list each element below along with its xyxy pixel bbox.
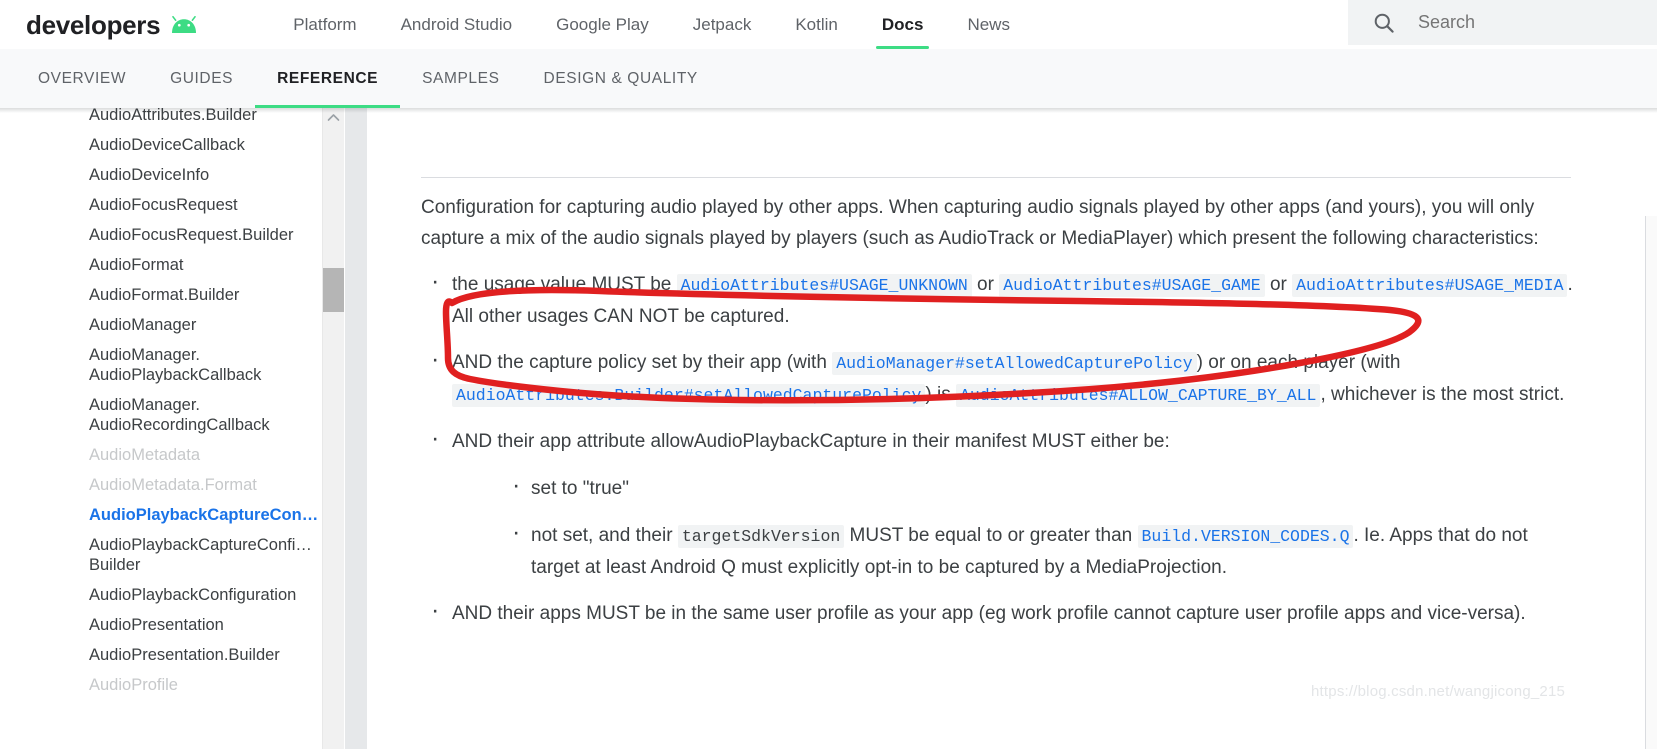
code-link-usage-game[interactable]: AudioAttributes#USAGE_GAME [999, 274, 1265, 297]
sidebar-divider [345, 108, 367, 749]
requirement-user-profile: AND their apps MUST be in the same user … [421, 595, 1581, 629]
sidebar-item-audioattributes-builder[interactable]: AudioAttributes.Builder [0, 108, 322, 130]
search-icon [1372, 11, 1396, 35]
sidebar-item-audiometadata[interactable]: AudioMetadata [0, 440, 322, 470]
body-region: AudioAttributes.Builder AudioDeviceCallb… [0, 108, 1657, 749]
search-box[interactable] [1348, 0, 1657, 45]
search-input[interactable] [1418, 12, 1618, 33]
sidebar-item-audiofocusrequest-builder[interactable]: AudioFocusRequest.Builder [0, 220, 322, 250]
requirement-usage-value: the usage value MUST be AudioAttributes#… [421, 266, 1581, 332]
chevron-up-icon[interactable] [323, 108, 344, 126]
brand-logo[interactable]: developers [26, 0, 199, 49]
sidebar-item-audioplaybackcaptureconfiguration[interactable]: AudioPlaybackCaptureCon… [0, 500, 322, 530]
sidebar-scrollbar-thumb[interactable] [323, 268, 344, 312]
sidebar-item-audioplaybackcaptureconfiguration-builder[interactable]: AudioPlaybackCaptureConfi… Builder [0, 530, 322, 580]
tab-overview[interactable]: OVERVIEW [16, 49, 148, 108]
brand-text: developers [26, 9, 161, 40]
tab-reference[interactable]: REFERENCE [255, 49, 401, 108]
nav-item-platform[interactable]: Platform [271, 0, 378, 49]
bullet1-text-pre: the usage value MUST be [452, 274, 677, 295]
sidebar-list: AudioAttributes.Builder AudioDeviceCallb… [0, 108, 322, 700]
sidebar-item-audiofocusrequest[interactable]: AudioFocusRequest [0, 190, 322, 220]
secondary-nav: OVERVIEW GUIDES REFERENCE SAMPLES DESIGN… [16, 49, 720, 108]
code-link-usage-unknown[interactable]: AudioAttributes#USAGE_UNKNOWN [676, 274, 972, 297]
sidebar-scrollbar[interactable] [322, 108, 344, 749]
secondary-nav-bar: OVERVIEW GUIDES REFERENCE SAMPLES DESIGN… [0, 49, 1657, 108]
intro-paragraph: Configuration for capturing audio played… [421, 197, 1539, 249]
sidebar-item-audiomanager-audioplaybackcallback[interactable]: AudioManager. AudioPlaybackCallback [0, 340, 322, 390]
code-targetsdkversion: targetSdkVersion [677, 525, 845, 548]
sidebar-item-audioformat[interactable]: AudioFormat [0, 250, 322, 280]
nav-item-news[interactable]: News [945, 0, 1032, 49]
sidebar-item-audioprofile[interactable]: AudioProfile [0, 670, 322, 700]
requirement-capture-policy: AND the capture policy set by their app … [421, 344, 1581, 411]
manifest-options-list: set to "true" not set, and their targetS… [503, 470, 1581, 583]
bullet1-text-mid2: or [1264, 274, 1293, 295]
main-content: Configuration for capturing audio played… [367, 108, 1645, 749]
nav-item-google-play[interactable]: Google Play [534, 0, 671, 49]
content-divider [421, 177, 1571, 178]
bullet2-text-post: , whichever is the most strict. [1320, 384, 1565, 405]
watermark: https://blog.csdn.net/wangjicong_215 [1311, 683, 1566, 700]
nested-list-wrap: set to "true" not set, and their targetS… [503, 470, 1581, 583]
sidebar-item-audiomanager[interactable]: AudioManager [0, 310, 322, 340]
sidebar-item-audiometadata-format[interactable]: AudioMetadata.Format [0, 470, 322, 500]
nav-item-android-studio[interactable]: Android Studio [379, 0, 535, 49]
bullet2-text-mid1: ) or on each player (with [1196, 352, 1401, 373]
code-link-allow-capture-by-all[interactable]: AudioAttributes#ALLOW_CAPTURE_BY_ALL [956, 384, 1321, 407]
sidebar-item-audiodevicecallback[interactable]: AudioDeviceCallback [0, 130, 322, 160]
sidebar-item-audiomanager-audiorecordingcallback[interactable]: AudioManager. AudioRecordingCallback [0, 390, 322, 440]
code-link-setallowedcapturepolicy-manager[interactable]: AudioManager#setAllowedCapturePolicy [832, 352, 1197, 375]
code-link-build-version-codes-q[interactable]: Build.VERSION_CODES.Q [1137, 525, 1354, 548]
sub2-text-mid: MUST be equal to or greater than [844, 525, 1138, 546]
nav-item-jetpack[interactable]: Jetpack [671, 0, 774, 49]
sidebar-item-audiodeviceinfo[interactable]: AudioDeviceInfo [0, 160, 322, 190]
requirements-list: the usage value MUST be AudioAttributes#… [421, 266, 1581, 629]
sidebar-item-audiopresentation-builder[interactable]: AudioPresentation.Builder [0, 640, 322, 670]
manifest-option-set-true: set to "true" [503, 470, 1581, 504]
sidebar-item-audioformat-builder[interactable]: AudioFormat.Builder [0, 280, 322, 310]
tab-guides[interactable]: GUIDES [148, 49, 255, 108]
code-link-setallowedcapturepolicy-builder[interactable]: AudioAttributes.Builder#setAllowedCaptur… [452, 384, 926, 407]
manifest-option-not-set: not set, and their targetSdkVersion MUST… [503, 517, 1581, 583]
content-body: Configuration for capturing audio played… [421, 192, 1581, 629]
bullet1-text-mid1: or [971, 274, 1000, 295]
bullet2-text-pre: AND the capture policy set by their app … [452, 352, 833, 373]
page-scrollbar[interactable] [1645, 216, 1657, 749]
sidebar: AudioAttributes.Builder AudioDeviceCallb… [0, 108, 322, 749]
top-header: developers Platform Android Studio Googl… [0, 0, 1657, 49]
tab-samples[interactable]: SAMPLES [400, 49, 521, 108]
sidebar-item-audiopresentation[interactable]: AudioPresentation [0, 610, 322, 640]
nav-item-docs[interactable]: Docs [860, 0, 946, 49]
code-link-usage-media[interactable]: AudioAttributes#USAGE_MEDIA [1292, 274, 1568, 297]
tab-design-quality[interactable]: DESIGN & QUALITY [522, 49, 720, 108]
sidebar-item-audioplaybackconfiguration[interactable]: AudioPlaybackConfiguration [0, 580, 322, 610]
nav-item-kotlin[interactable]: Kotlin [773, 0, 860, 49]
bullet3-text: AND their app attribute allowAudioPlayba… [452, 431, 1170, 452]
requirement-manifest-attribute: AND their app attribute allowAudioPlayba… [421, 423, 1581, 583]
sub2-text-pre: not set, and their [531, 525, 678, 546]
primary-nav: Platform Android Studio Google Play Jetp… [271, 0, 1032, 49]
bullet2-text-mid2: ) is [925, 384, 956, 405]
android-robot-icon [169, 15, 199, 34]
